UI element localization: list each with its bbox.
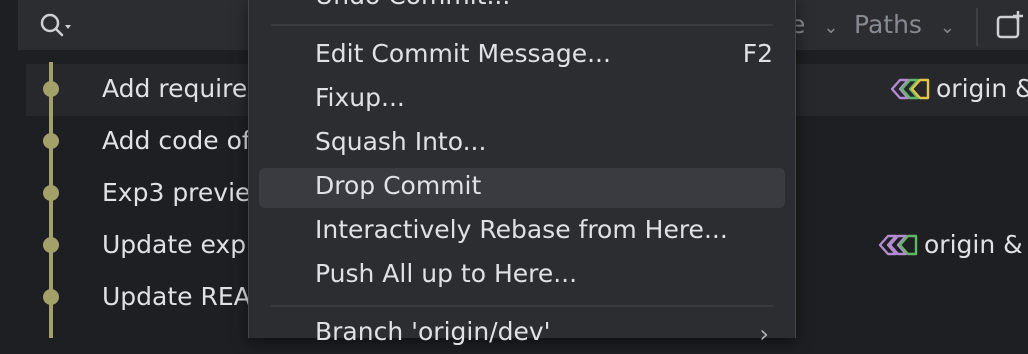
- commit-message: Add require: [102, 74, 248, 103]
- toolbar-separator: [976, 8, 978, 46]
- menu-item-label: Interactively Rebase from Here...: [315, 215, 728, 244]
- chevron-right-icon: ›: [759, 320, 769, 348]
- menu-item-edit-commit-message[interactable]: Edit Commit Message... F2: [259, 36, 785, 76]
- branch-tags-icon: [890, 78, 930, 99]
- menu-item-interactive-rebase[interactable]: Interactively Rebase from Here...: [259, 212, 785, 252]
- menu-item-label: Undo Commit...: [315, 0, 510, 10]
- menu-item-label: Edit Commit Message...: [315, 39, 611, 68]
- menu-item-squash-into[interactable]: Squash Into...: [259, 124, 785, 164]
- commit-message: Exp3 previe: [102, 178, 251, 207]
- tool-window-strip: [0, 0, 19, 338]
- menu-separator: [271, 305, 773, 307]
- commit-context-menu: Undo Commit... Edit Commit Message... F2…: [248, 0, 796, 348]
- menu-item-push-all[interactable]: Push All up to Here...: [259, 256, 785, 296]
- chevron-down-icon: ⌄: [939, 17, 955, 38]
- menu-item-label: Fixup...: [315, 83, 405, 112]
- branch-filter[interactable]: e ⌄: [790, 10, 838, 40]
- search-icon[interactable]: [38, 8, 78, 42]
- commit-refs-label: origin & m: [924, 230, 1028, 259]
- menu-item-label: Push All up to Here...: [315, 259, 578, 288]
- commit-refs: origin & o: [888, 74, 1028, 103]
- graph-commit-node: [43, 133, 59, 149]
- menu-item-label: Squash Into...: [315, 127, 487, 156]
- branch-tags-icon: [878, 234, 918, 255]
- menu-item-undo-commit[interactable]: Undo Commit...: [259, 0, 785, 18]
- commit-message: Add code of: [102, 126, 251, 155]
- menu-separator: [271, 24, 773, 26]
- graph-commit-node: [43, 289, 59, 305]
- paths-filter[interactable]: Paths ⌄: [854, 10, 955, 40]
- graph-commit-node: [43, 81, 59, 97]
- commit-message: Update REA: [102, 282, 251, 311]
- graph-commit-node: [43, 237, 59, 253]
- paths-filter-label: Paths: [854, 10, 922, 39]
- menu-item-label: Drop Commit: [315, 171, 482, 200]
- menu-item-shortcut: F2: [742, 39, 773, 68]
- commit-refs-label: origin & o: [936, 74, 1028, 103]
- new-tab-icon[interactable]: [992, 8, 1028, 44]
- graph-commit-node: [43, 185, 59, 201]
- commit-refs: origin & m: [876, 230, 1028, 259]
- menu-item-drop-commit[interactable]: Drop Commit: [259, 168, 785, 208]
- menu-item-branch-submenu[interactable]: Branch 'origin/dev' ›: [259, 314, 785, 354]
- menu-item-label: Branch 'origin/dev': [315, 317, 551, 346]
- menu-item-fixup[interactable]: Fixup...: [259, 80, 785, 120]
- chevron-down-icon: ⌄: [823, 17, 839, 38]
- commit-message: Update exp3: [102, 230, 262, 259]
